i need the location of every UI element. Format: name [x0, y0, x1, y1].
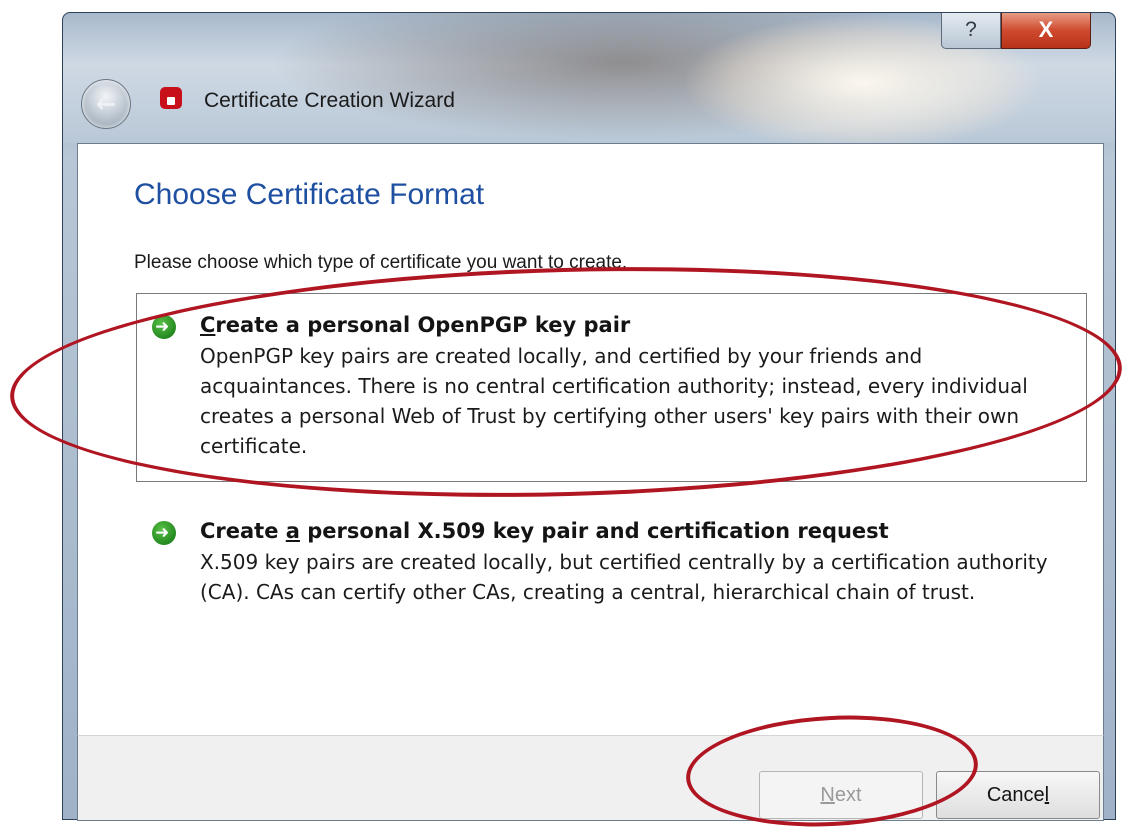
mnemonic: a [285, 519, 300, 543]
wizard-content: Choose Certificate Format Please choose … [77, 143, 1104, 735]
wizard-window: ← Certificate Creation Wizard ? X Choose… [62, 12, 1116, 821]
next-button[interactable]: Next [759, 771, 923, 819]
certificate-app-icon [160, 87, 182, 109]
option-openpgp-title[interactable]: Create a personal OpenPGP key pair [200, 313, 630, 337]
cancel-button[interactable]: Cancel [936, 771, 1100, 819]
page-heading: Choose Certificate Format [134, 178, 485, 211]
intro-text: Please choose which type of certificate … [134, 252, 628, 273]
green-arrow-icon [152, 315, 176, 339]
mnemonic: C [200, 313, 216, 337]
option-openpgp-description: OpenPGP key pairs are created locally, a… [200, 344, 1028, 458]
button-bar: Next Cancel [77, 735, 1104, 821]
window-title: Certificate Creation Wizard [204, 89, 455, 112]
title-bar: ← Certificate Creation Wizard ? X [63, 13, 1115, 143]
option-x509-description: X.509 key pairs are created locally, but… [200, 550, 1048, 604]
help-button[interactable]: ? [941, 13, 1001, 49]
back-button[interactable]: ← [81, 79, 131, 129]
option-x509-title[interactable]: Create a personal X.509 key pair and cer… [200, 519, 889, 543]
green-arrow-icon [152, 521, 176, 545]
close-button[interactable]: X [1001, 13, 1091, 49]
back-arrow-icon: ← [95, 90, 117, 118]
